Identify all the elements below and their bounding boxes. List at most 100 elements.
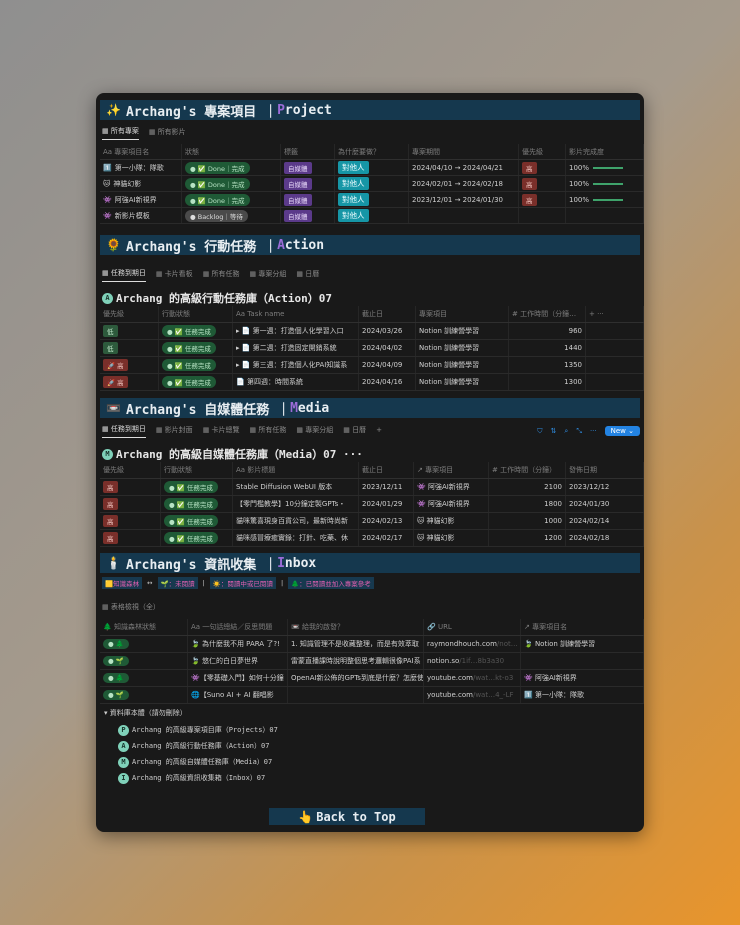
table-row[interactable]: ● 🌱 🍃 悠仁的白日夢世界 雷蒙直播課時說明整個思考邏輯很像PAI系 notion.…	[100, 653, 644, 670]
table-row[interactable]: 🚀 高 ● ✅ 任務完成 📄 第四週：時間系統 2024/04/16 Notion 訓練…	[100, 374, 644, 391]
tab-5[interactable]: ▦ 日曆	[343, 425, 366, 438]
column-header[interactable]: ↗ 專案項目名	[521, 619, 644, 635]
project-cell[interactable]: Notion 訓練營學習	[416, 357, 509, 373]
database-link[interactable]: M Archang 的高級自媒體任務庫（Media）07	[104, 754, 278, 770]
column-header[interactable]: # 工作時間（分鐘…	[509, 306, 586, 322]
task-cell[interactable]: ▸ 📄 第三週：打造個人化PAI知識系	[233, 357, 359, 373]
column-header[interactable]: 標籤	[281, 144, 335, 159]
media-db-title[interactable]: M Archang 的高級自媒體任務庫（Media）07 ···	[102, 446, 363, 462]
table-row[interactable]: 👾 新影片模板 ● Backlog｜等待 自媒體 對他人	[100, 208, 644, 224]
column-header[interactable]: 為什麼要做？	[335, 144, 409, 159]
column-header[interactable]: 專案期間	[409, 144, 519, 159]
project-cell[interactable]: Notion 訓練營學習	[416, 340, 509, 356]
table-row[interactable]: ● 🌲 🍃 為什麼我不用 PARA 了?! 1. 知識管理不是收藏整理，而是有效萃取…	[100, 636, 644, 653]
tab-0[interactable]: ▦ 任務到期日	[102, 424, 146, 438]
tab-6[interactable]: +	[376, 426, 382, 437]
tab-1[interactable]: ▦ 所有影片	[149, 127, 186, 140]
tab-table-view[interactable]: ▦ 表格檢視（全）	[102, 602, 160, 615]
task-cell[interactable]: ▸ 📄 第二週：打造固定開銷系統	[233, 340, 359, 356]
sort-icon[interactable]: ⇅	[551, 427, 557, 435]
database-link[interactable]: P Archang 的高級專案項目庫（Projects）07	[104, 722, 278, 738]
column-header[interactable]: # 工作時間（分鐘）	[489, 462, 566, 478]
name-cell[interactable]: 👾 新影片模板	[100, 208, 182, 223]
tab-4[interactable]: ▦ 專案分組	[296, 425, 333, 438]
tab-0[interactable]: ▦ 所有專案	[102, 126, 139, 140]
tab-2[interactable]: ▦ 卡片總覽	[203, 425, 240, 438]
column-header[interactable]: 影片完成度	[566, 144, 644, 159]
table-row[interactable]: 高 ● ✅ 任務完成 貓咪驚喜現身百貨公司，最新時尚新 2024/02/13 🐱 神貓幻…	[100, 513, 644, 530]
project-cell[interactable]	[521, 653, 644, 669]
column-header[interactable]: 行動狀態	[161, 462, 233, 478]
search-icon[interactable]: ⌕	[564, 427, 568, 436]
back-to-top-button[interactable]: 👆 Back to Top	[269, 808, 425, 825]
table-row[interactable]: 1️⃣ 第一小隊：隊歌 ● ✅ Done｜完成 自媒體 對他人 2024/04/10 → …	[100, 160, 644, 176]
column-header[interactable]: 截止日	[359, 462, 414, 478]
column-header[interactable]: + ···	[586, 306, 644, 322]
summary-cell[interactable]: 🍃 悠仁的白日夢世界	[188, 653, 288, 669]
action-db-title[interactable]: A Archang 的高級行動任務庫（Action）07	[102, 290, 332, 306]
task-cell[interactable]: ▸ 📄 第一週：打造個人化學習入口	[233, 323, 359, 339]
table-row[interactable]: 🐱 神貓幻影 ● ✅ Done｜完成 自媒體 對他人 2024/02/01 → 2024/…	[100, 176, 644, 192]
project-cell[interactable]: 🍃 Notion 訓練營學習	[521, 636, 644, 652]
table-row[interactable]: 高 ● ✅ 任務完成 貓咪感冒療癒實錄：打針、吃藥、休 2024/02/17 🐱 神貓幻…	[100, 530, 644, 547]
database-toggle[interactable]: ▾ 資料庫本體（請勿刪除）	[104, 708, 278, 722]
column-header[interactable]: Aa Task name	[233, 306, 359, 322]
column-header[interactable]: 狀態	[182, 144, 281, 159]
table-row[interactable]: 👾 阿強AI新視界 ● ✅ Done｜完成 自媒體 對他人 2023/12/01 → 20…	[100, 192, 644, 208]
database-link[interactable]: A Archang 的高級行動任務庫（Action）07	[104, 738, 278, 754]
more-icon[interactable]: ···	[590, 427, 597, 435]
table-row[interactable]: ● 🌲 👾【零基礎入門】如何十分鐘 OpenAI新公佈的GPTs到底是什麼？怎麼使 y…	[100, 670, 644, 687]
task-cell[interactable]: 📄 第四週：時間系統	[233, 374, 359, 390]
column-header[interactable]: 🔗 URL	[424, 619, 521, 635]
name-cell[interactable]: 1️⃣ 第一小隊：隊歌	[100, 160, 182, 175]
project-cell[interactable]: 🐱 神貓幻影	[414, 513, 489, 529]
tab-0[interactable]: ▦ 任務到期日	[102, 268, 146, 282]
tab-1[interactable]: ▦ 影片封面	[156, 425, 193, 438]
table-row[interactable]: ● 🌱 🌐【Suno AI + AI 翻唱影 youtube.com/wat…4_-…	[100, 687, 644, 704]
table-row[interactable]: 低 ● ✅ 任務完成 ▸ 📄 第一週：打造個人化學習入口 2024/03/26 Noti…	[100, 323, 644, 340]
project-cell[interactable]: Notion 訓練營學習	[416, 374, 509, 390]
column-header[interactable]: 📼 給我的啟發？	[288, 619, 424, 635]
expand-icon[interactable]: ⤡	[576, 427, 582, 436]
table-row[interactable]: 低 ● ✅ 任務完成 ▸ 📄 第二週：打造固定開銷系統 2024/04/02 Notio…	[100, 340, 644, 357]
project-cell[interactable]: 👾 阿強AI新視界	[521, 670, 644, 686]
project-cell[interactable]: 1️⃣ 第一小隊：隊歌	[521, 687, 644, 703]
column-header[interactable]: Aa 專案項目名	[100, 144, 182, 159]
column-header[interactable]: 發佈日期	[566, 462, 644, 478]
table-row[interactable]: 高 ● ✅ 任務完成 【零門檻教學】10分鐘定製GPTs・ 2024/01/29 👾 阿…	[100, 496, 644, 513]
title-cell[interactable]: 貓咪驚喜現身百貨公司，最新時尚新	[233, 513, 359, 529]
project-cell[interactable]: 🐱 神貓幻影	[414, 530, 489, 546]
summary-cell[interactable]: 👾【零基礎入門】如何十分鐘	[188, 670, 288, 686]
title-cell[interactable]: 貓咪感冒療癒實錄：打針、吃藥、休	[233, 530, 359, 546]
column-header[interactable]: Aa 影片標題	[233, 462, 359, 478]
tab-2[interactable]: ▦ 所有任務	[203, 269, 240, 282]
project-cell[interactable]: Notion 訓練營學習	[416, 323, 509, 339]
summary-cell[interactable]: 🌐【Suno AI + AI 翻唱影	[188, 687, 288, 703]
name-cell[interactable]: 🐱 神貓幻影	[100, 176, 182, 191]
table-row[interactable]: 🚀 高 ● ✅ 任務完成 ▸ 📄 第三週：打造個人化PAI知識系 2024/04/09…	[100, 357, 644, 374]
column-header[interactable]: 專案項目	[416, 306, 509, 322]
column-header[interactable]: 🌲 知識森林狀態	[100, 619, 188, 635]
column-header[interactable]: 優先級	[519, 144, 566, 159]
summary-cell[interactable]: 🍃 為什麼我不用 PARA 了?!	[188, 636, 288, 652]
column-header[interactable]: 行動狀態	[159, 306, 233, 322]
column-header[interactable]: 截止日	[359, 306, 416, 322]
tab-3[interactable]: ▦ 專案分組	[250, 269, 287, 282]
url-cell[interactable]: raymondhouch.com/not…	[424, 636, 521, 652]
tab-4[interactable]: ▦ 日曆	[296, 269, 319, 282]
title-cell[interactable]: 【零門檻教學】10分鐘定製GPTs・	[233, 496, 359, 512]
title-cell[interactable]: Stable Diffusion WebUI 版本	[233, 479, 359, 495]
tab-3[interactable]: ▦ 所有任務	[250, 425, 287, 438]
new-button[interactable]: New ⌄	[604, 426, 640, 436]
column-header[interactable]: Aa 一句話總結／反思問題	[188, 619, 288, 635]
url-cell[interactable]: youtube.com/wat…kt-o3	[424, 670, 521, 686]
tab-1[interactable]: ▦ 卡片看板	[156, 269, 193, 282]
column-header[interactable]: ↗ 專案項目	[414, 462, 489, 478]
column-header[interactable]: 優先級	[100, 462, 161, 478]
column-header[interactable]: 優先級	[100, 306, 159, 322]
database-link[interactable]: I Archang 的高級資訊收集箱（Inbox）07	[104, 770, 278, 786]
table-row[interactable]: 高 ● ✅ 任務完成 Stable Diffusion WebUI 版本 2023/1…	[100, 479, 644, 496]
filter-icon[interactable]: ⛉	[537, 427, 542, 436]
project-cell[interactable]: 👾 阿強AI新視界	[414, 479, 489, 495]
url-cell[interactable]: notion.so/1if…8b3a30	[424, 653, 521, 669]
